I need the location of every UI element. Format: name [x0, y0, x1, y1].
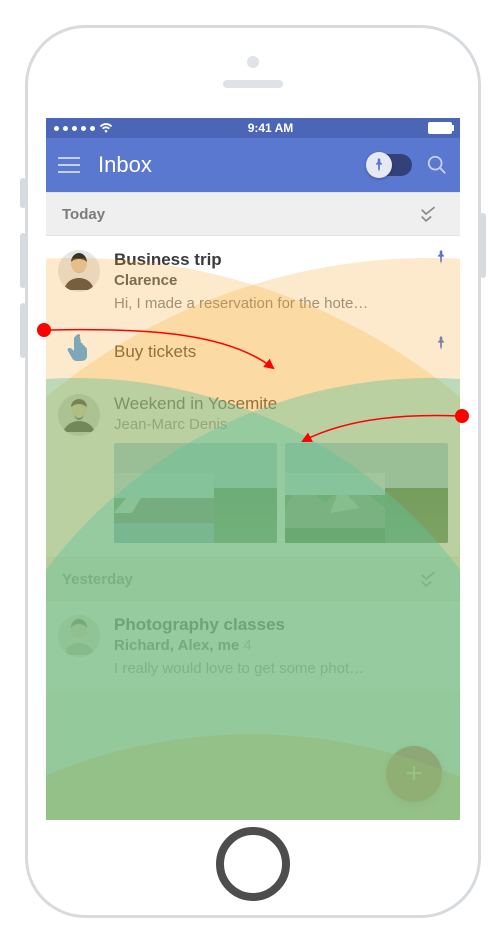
email-preview: Hi, I made a reservation for the hote…	[114, 295, 448, 312]
avatar	[58, 394, 100, 436]
search-icon[interactable]	[426, 154, 448, 176]
section-header-today: Today	[46, 192, 460, 236]
pin-icon	[434, 336, 448, 350]
email-item-photography[interactable]: Photography classes Richard, Alex, me4 I…	[46, 601, 460, 691]
plus-icon: +	[405, 757, 423, 791]
section-label: Today	[62, 206, 105, 223]
email-item-business-trip[interactable]: Business trip Clarence Hi, I made a rese…	[46, 236, 460, 326]
annotation-dot-left	[37, 323, 51, 337]
compose-fab[interactable]: +	[386, 746, 442, 802]
hamburger-menu-icon[interactable]	[58, 156, 80, 174]
reminder-title: Buy tickets	[114, 342, 448, 362]
sweep-icon[interactable]	[420, 206, 444, 222]
status-bar: 9:41 AM	[46, 118, 460, 138]
pin-icon	[373, 158, 385, 172]
email-item-yosemite[interactable]: Weekend in Yosemite Jean-Marc Denis	[46, 380, 460, 557]
phone-home-button[interactable]	[216, 827, 290, 901]
phone-vol-down	[20, 303, 26, 358]
image-thumbnail-1[interactable]	[114, 443, 277, 543]
avatar	[58, 250, 100, 292]
email-sender: Jean-Marc Denis	[114, 416, 448, 433]
email-title: Business trip	[114, 250, 448, 270]
phone-speaker	[223, 80, 283, 88]
battery-icon	[428, 122, 452, 134]
reminder-hand-icon	[58, 332, 100, 374]
section-header-yesterday: Yesterday	[46, 557, 460, 601]
pin-icon	[434, 250, 448, 264]
pin-filter-toggle[interactable]	[368, 154, 412, 176]
app-header: Inbox	[46, 138, 460, 192]
sweep-icon[interactable]	[420, 571, 444, 587]
email-title: Weekend in Yosemite	[114, 394, 448, 414]
avatar	[58, 615, 100, 657]
phone-vol-up	[20, 233, 26, 288]
email-sender: Clarence	[114, 272, 448, 289]
screen: 9:41 AM Inbox Today	[46, 118, 460, 820]
annotation-dot-right	[455, 409, 469, 423]
phone-camera-dot	[247, 56, 259, 68]
email-sender: Richard, Alex, me4	[114, 637, 448, 654]
reminder-item-buy-tickets[interactable]: Buy tickets	[46, 326, 460, 380]
phone-frame: 9:41 AM Inbox Today	[25, 25, 481, 918]
email-title: Photography classes	[114, 615, 448, 635]
phone-mute-switch	[20, 178, 26, 208]
wifi-icon	[99, 123, 113, 133]
image-attachments[interactable]	[114, 443, 448, 543]
phone-power-button	[480, 213, 486, 278]
section-label: Yesterday	[62, 571, 133, 588]
image-thumbnail-2[interactable]	[285, 443, 448, 543]
status-battery	[428, 122, 452, 134]
status-time: 9:41 AM	[248, 121, 294, 135]
status-signal	[54, 123, 113, 133]
page-title: Inbox	[98, 152, 368, 178]
email-preview: I really would love to get some phot…	[114, 660, 448, 677]
